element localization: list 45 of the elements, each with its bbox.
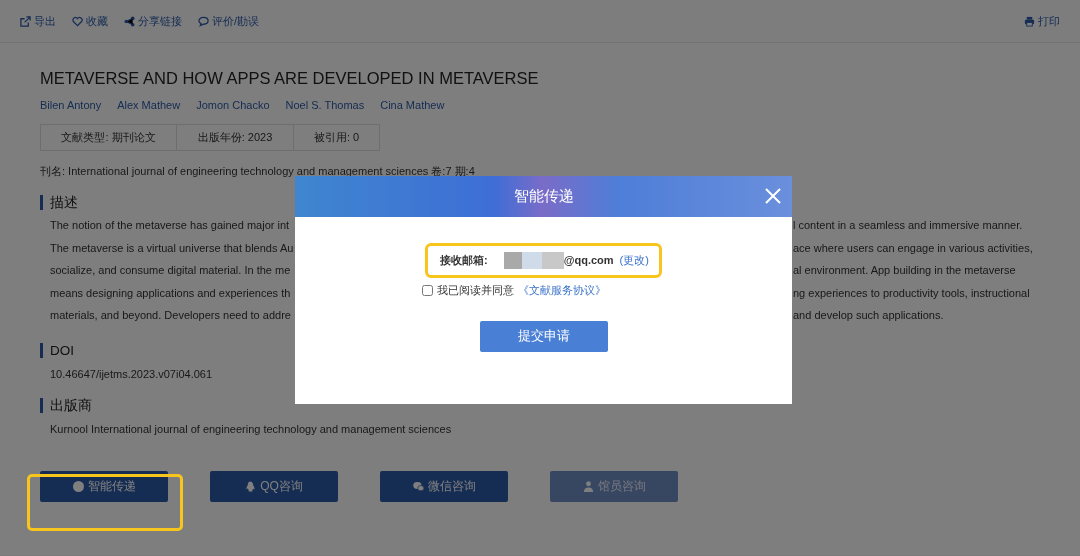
doi-text: 10.46647/ijetms.2023.v07i04.061: [49, 366, 214, 382]
agree-text: 我已阅读并同意: [436, 283, 514, 298]
change-link[interactable]: (更改): [619, 252, 649, 269]
description-text: means designing applications and experiences th: [50, 285, 292, 301]
action-button[interactable]: 微信咨询: [380, 470, 508, 502]
author-link[interactable]: Cina Mathew: [380, 96, 445, 114]
toolbar-link[interactable]: 评价/勘误: [198, 12, 260, 30]
author-link[interactable]: Alex Mathew: [117, 96, 181, 114]
description-text: and develop such applications.: [793, 308, 944, 324]
article-title: METAVERSE AND HOW APPS ARE DEVELOPED IN METAVERSE: [40, 69, 540, 89]
email-value: @qq.com: [563, 253, 614, 269]
author-link[interactable]: Bilen Antony: [40, 96, 102, 114]
description-text: ace where users can engage in various activities,: [793, 240, 1033, 256]
description-text: ng experiences to productivity tools, instructional: [793, 285, 1030, 301]
close-icon: [764, 187, 782, 206]
penguin-icon: [245, 480, 257, 492]
toolbar-link[interactable]: 分享链接: [124, 12, 182, 30]
description-text: materials, and beyond. Developers need to addre: [50, 308, 292, 324]
submit-button[interactable]: 提交申请: [479, 320, 608, 352]
email-label: 接收邮箱:: [440, 253, 488, 269]
description-text: socialize, and consume digital material. In the me: [50, 263, 292, 279]
heart-icon: [72, 15, 83, 27]
description-text: al environment. App building in the metaverse: [793, 263, 1016, 279]
toolbar-link[interactable]: 收藏: [72, 12, 108, 30]
redacted-mark: [503, 252, 564, 269]
agree-checkbox[interactable]: [421, 284, 433, 296]
publisher-text: Kurnool International journal of engineering technology and management sciences: [49, 422, 453, 438]
meta-cell-text: 文献类型: 期刊论文: [60, 130, 157, 146]
toolbar-link[interactable]: 导出: [20, 12, 56, 30]
author-link[interactable]: Jomon Chacko: [196, 96, 270, 114]
meta-cell: 出版年份: 2023: [176, 125, 293, 150]
comment-icon: [198, 15, 209, 27]
description-text: The notion of the metaverse has gained major int: [50, 218, 291, 234]
description-text: The metaverse is a virtual universe that blends Au: [50, 240, 293, 256]
export-icon: [20, 15, 31, 27]
chat-bubbles-icon: [412, 480, 424, 492]
action-button[interactable]: QQ咨询: [210, 470, 338, 502]
agreement-link[interactable]: 《文献服务协议》: [517, 282, 606, 299]
share-icon: [124, 15, 135, 27]
meta-cell: 被引用: 0: [293, 125, 379, 150]
print-link[interactable]: 打印: [1024, 12, 1060, 30]
author-link[interactable]: Noel S. Thomas: [285, 96, 365, 114]
journal-text: 刊名: International journal of engineering technology and management sciences 卷:7 期:4: [40, 163, 476, 179]
printer-icon: [1024, 15, 1035, 27]
description-text: l content in a seamless and immersive manner.: [793, 218, 1023, 234]
